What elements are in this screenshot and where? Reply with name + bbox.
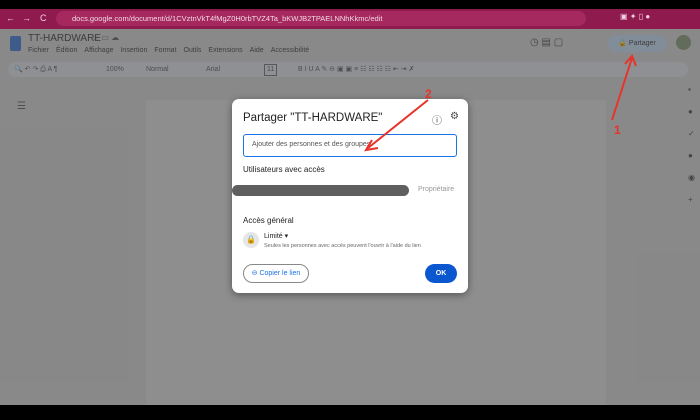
arrow-2 <box>364 99 429 152</box>
annotation-1: 1 <box>614 123 621 137</box>
annotation-layer: 1 2 <box>364 54 637 152</box>
arrow-1 <box>611 54 637 121</box>
annotation-2: 2 <box>425 87 432 101</box>
